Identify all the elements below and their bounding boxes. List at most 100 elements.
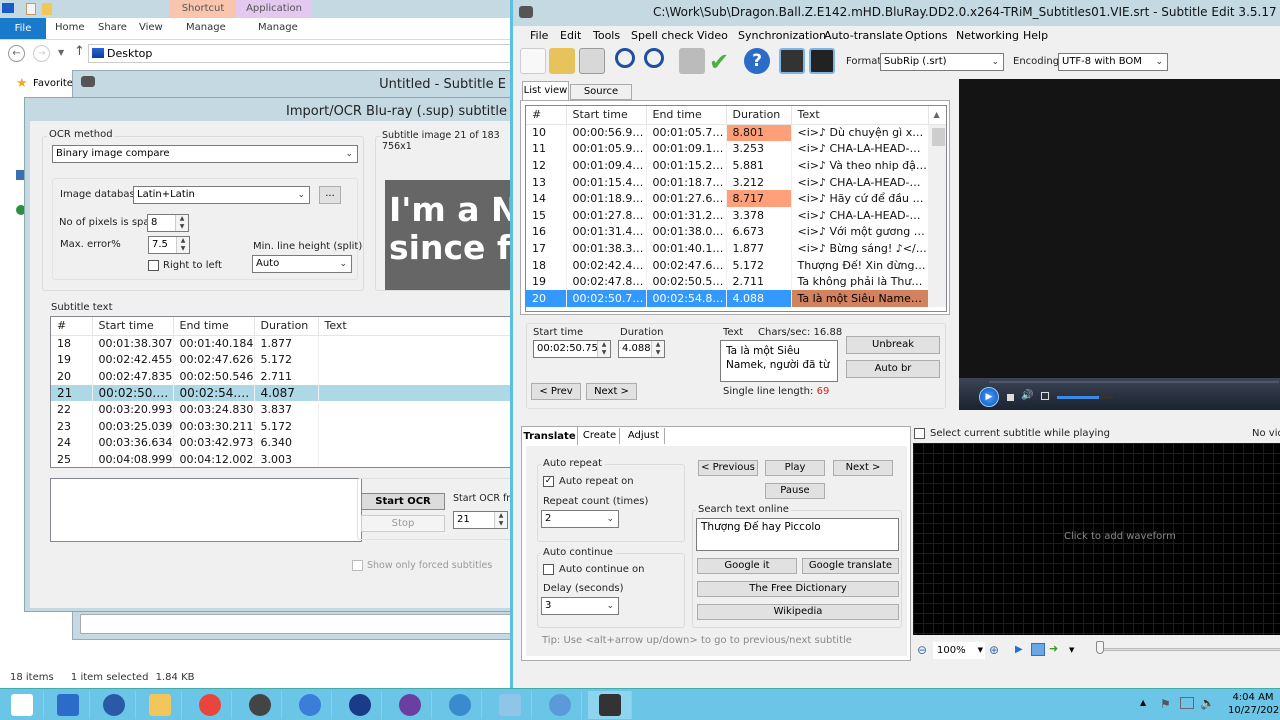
taskbar-chrome[interactable] (188, 691, 232, 719)
tab-manage-application[interactable]: Manage (258, 22, 298, 33)
column-duration[interactable]: Duration (726, 106, 792, 125)
video-toggle-icon[interactable] (809, 48, 835, 74)
table-row[interactable]: 18 00:01:38.307 00:01:40.184 1.877 (51, 335, 519, 352)
start-ocr-from-spinner[interactable]: 21 ▲ ▼ (453, 511, 508, 529)
table-row[interactable]: 12 00:01:09.404 00:01:15.285 5.881 <i>♪ Và t… (526, 157, 946, 174)
image-database-select[interactable]: Latin+Latin ⌄ (133, 186, 310, 204)
tab-share[interactable]: Share (98, 22, 127, 33)
table-row[interactable]: 25 00:04:08.999 00:04:12.002 3.003 (51, 451, 519, 467)
menu-synchronization[interactable]: Synchronization (738, 29, 826, 42)
pixels-space-spinner[interactable]: 8 ▲ ▼ (147, 214, 189, 232)
open-folder-icon[interactable] (549, 48, 575, 74)
ocr-text-box[interactable] (50, 478, 362, 542)
visual-sync-icon[interactable] (679, 48, 705, 74)
scroll-up-icon[interactable]: ▲ (928, 106, 946, 125)
play-waveform-icon[interactable]: ▶ (1015, 644, 1023, 655)
application-tools-tab[interactable]: Application Tools (236, 0, 312, 31)
taskbar-subtitle-edit[interactable] (588, 691, 632, 719)
taskbar-audio-app[interactable] (388, 691, 432, 719)
zoom-in-icon[interactable]: ⊕ (989, 643, 999, 657)
table-row[interactable]: 18 00:02:42.455 00:02:47.627 5.172 Thượng Đế… (526, 256, 946, 274)
taskbar-server-manager[interactable] (46, 691, 90, 719)
wikipedia-button[interactable]: Wikipedia (697, 604, 899, 620)
taskbar-file-explorer[interactable] (138, 691, 182, 719)
taskbar-qbittorrent[interactable] (288, 691, 332, 719)
menu-auto-translate[interactable]: Auto-translate (824, 29, 903, 42)
properties-icon[interactable] (26, 3, 36, 15)
tab-translate[interactable]: Translate (521, 426, 578, 445)
taskbar-notepad[interactable] (488, 691, 532, 719)
show-forced-checkbox[interactable] (352, 560, 363, 571)
volume-muted-icon[interactable]: 🔈 (1200, 696, 1215, 710)
text-box[interactable] (80, 614, 520, 634)
repeat-count-select[interactable]: 2 ⌄ (541, 510, 619, 528)
spinner-arrows-icon[interactable]: ▲ ▼ (175, 215, 188, 231)
menu-networking[interactable]: Networking (956, 29, 1019, 42)
show-hidden-icons[interactable]: ▲ (1140, 698, 1146, 707)
play-button[interactable]: Play (765, 460, 825, 476)
taskbar-start[interactable] (0, 691, 44, 719)
taskbar-disc-app[interactable] (538, 691, 582, 719)
chevron-down-icon[interactable]: ▼ (1069, 646, 1074, 654)
grid-toggle-icon[interactable] (1031, 643, 1045, 656)
menu-video[interactable]: Video (697, 29, 728, 42)
slider-thumb[interactable] (1096, 641, 1104, 654)
table-row[interactable]: 15 00:01:27.839 00:01:31.217 3.378 <i>♪ CHA-… (526, 206, 946, 224)
tab-source-view[interactable]: Source view (570, 84, 632, 111)
new-file-icon[interactable] (520, 48, 546, 74)
spinner-arrows-icon[interactable]: ▲ ▼ (597, 341, 610, 357)
fullscreen-icon[interactable] (1041, 392, 1049, 400)
next-button[interactable]: Next > (586, 383, 637, 400)
encoding-select[interactable]: UTF-8 with BOM ⌄ (1058, 53, 1168, 71)
column-end-time[interactable]: End time (173, 317, 255, 336)
forward-arrows-icon[interactable]: ➜ (1049, 642, 1058, 655)
duration-spinner[interactable]: 4.088 ▲ ▼ (618, 340, 665, 358)
start-time-spinner[interactable]: 00:02:50.755 ▲ ▼ (533, 340, 611, 358)
table-row[interactable]: 22 00:03:20.993 00:03:24.830 3.837 (51, 401, 519, 418)
table-row[interactable]: 21 00:02:50.755 00:02:54.842 4.087 (51, 384, 519, 402)
stop-button[interactable]: Stop (361, 515, 445, 532)
previous-button[interactable]: < Previous (698, 460, 758, 476)
network-icon[interactable] (1180, 697, 1194, 709)
spinner-arrows-icon[interactable]: ▲ ▼ (494, 512, 507, 528)
shortcut-tools-tab[interactable]: Shortcut Tools (170, 0, 236, 31)
max-error-spinner[interactable]: 7.5 ▲ ▼ (148, 236, 190, 254)
pause-button[interactable]: Pause (765, 483, 825, 499)
column-start-time[interactable]: Start time (566, 106, 647, 125)
delay-select[interactable]: 3 ⌄ (541, 597, 619, 615)
spinner-arrows-icon[interactable]: ▲ ▼ (176, 237, 189, 253)
address-bar[interactable]: Desktop (88, 44, 518, 63)
menu-options[interactable]: Options (905, 29, 947, 42)
table-row[interactable]: 11 00:01:05.942 00:01:09.195 3.253 <i>♪ CHA-… (526, 140, 946, 158)
auto-continue-checkbox[interactable] (543, 564, 554, 575)
list-scrollbar-thumb[interactable] (932, 128, 945, 146)
taskbar-atom-app[interactable] (438, 691, 482, 719)
up-arrow-icon[interactable]: ↑ (74, 44, 85, 59)
volume-slider[interactable] (1057, 396, 1113, 399)
menu-spell-check[interactable]: Spell check (631, 29, 694, 42)
subtitle-text-editor[interactable]: Ta là một Siêu Namek, người đã từ (720, 340, 838, 382)
tab-file[interactable]: File (0, 18, 46, 39)
taskbar-powershell[interactable] (92, 691, 136, 719)
table-row[interactable]: 19 00:02:42.455 00:02:47.626 5.172 (51, 351, 519, 369)
recent-locations-icon[interactable]: ▼ (58, 48, 64, 57)
tab-home[interactable]: Home (55, 22, 85, 33)
menu-help[interactable]: Help (1023, 29, 1048, 42)
menu-file[interactable]: File (530, 29, 548, 42)
column-number[interactable]: # (51, 317, 93, 336)
column-text[interactable]: Text (318, 317, 519, 336)
video-player[interactable] (959, 79, 1280, 409)
column-text[interactable]: Text (791, 106, 929, 125)
zoom-select[interactable]: 100% ▼ (933, 642, 985, 659)
column-duration[interactable]: Duration (254, 317, 319, 336)
google-translate-button[interactable]: Google translate (802, 558, 899, 574)
table-row[interactable]: 20 00:02:47.835 00:02:50.546 2.711 (51, 368, 519, 385)
column-number[interactable]: # (526, 106, 567, 125)
start-ocr-button[interactable]: Start OCR (361, 493, 445, 510)
tab-create[interactable]: Create (580, 428, 620, 444)
table-row[interactable]: 24 00:03:36.634 00:03:42.973 6.340 (51, 434, 519, 452)
subtitle-list-grid[interactable]: # Start time End time Duration Text ▲ 10… (525, 105, 947, 312)
min-line-height-select[interactable]: Auto ⌄ (252, 255, 352, 273)
auto-br-button[interactable]: Auto br (846, 360, 940, 378)
ocr-method-select[interactable]: Binary image compare ⌄ (52, 145, 358, 163)
